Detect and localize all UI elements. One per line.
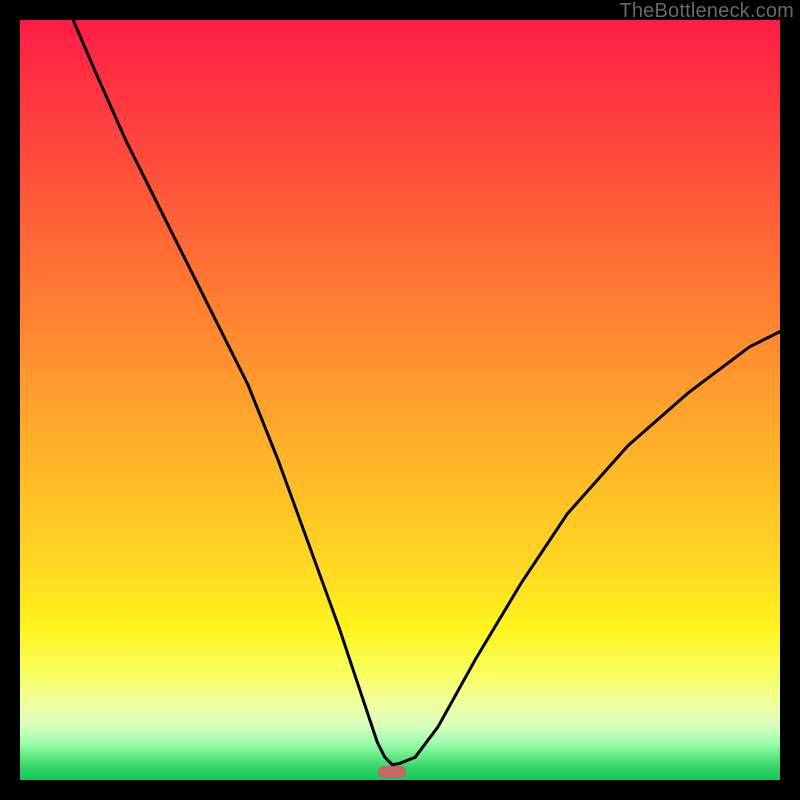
optimal-marker: [378, 766, 406, 778]
bottleneck-curve: [20, 20, 780, 780]
watermark-text: TheBottleneck.com: [619, 0, 794, 23]
chart-frame: TheBottleneck.com: [0, 0, 800, 800]
plot-area: [20, 20, 780, 780]
